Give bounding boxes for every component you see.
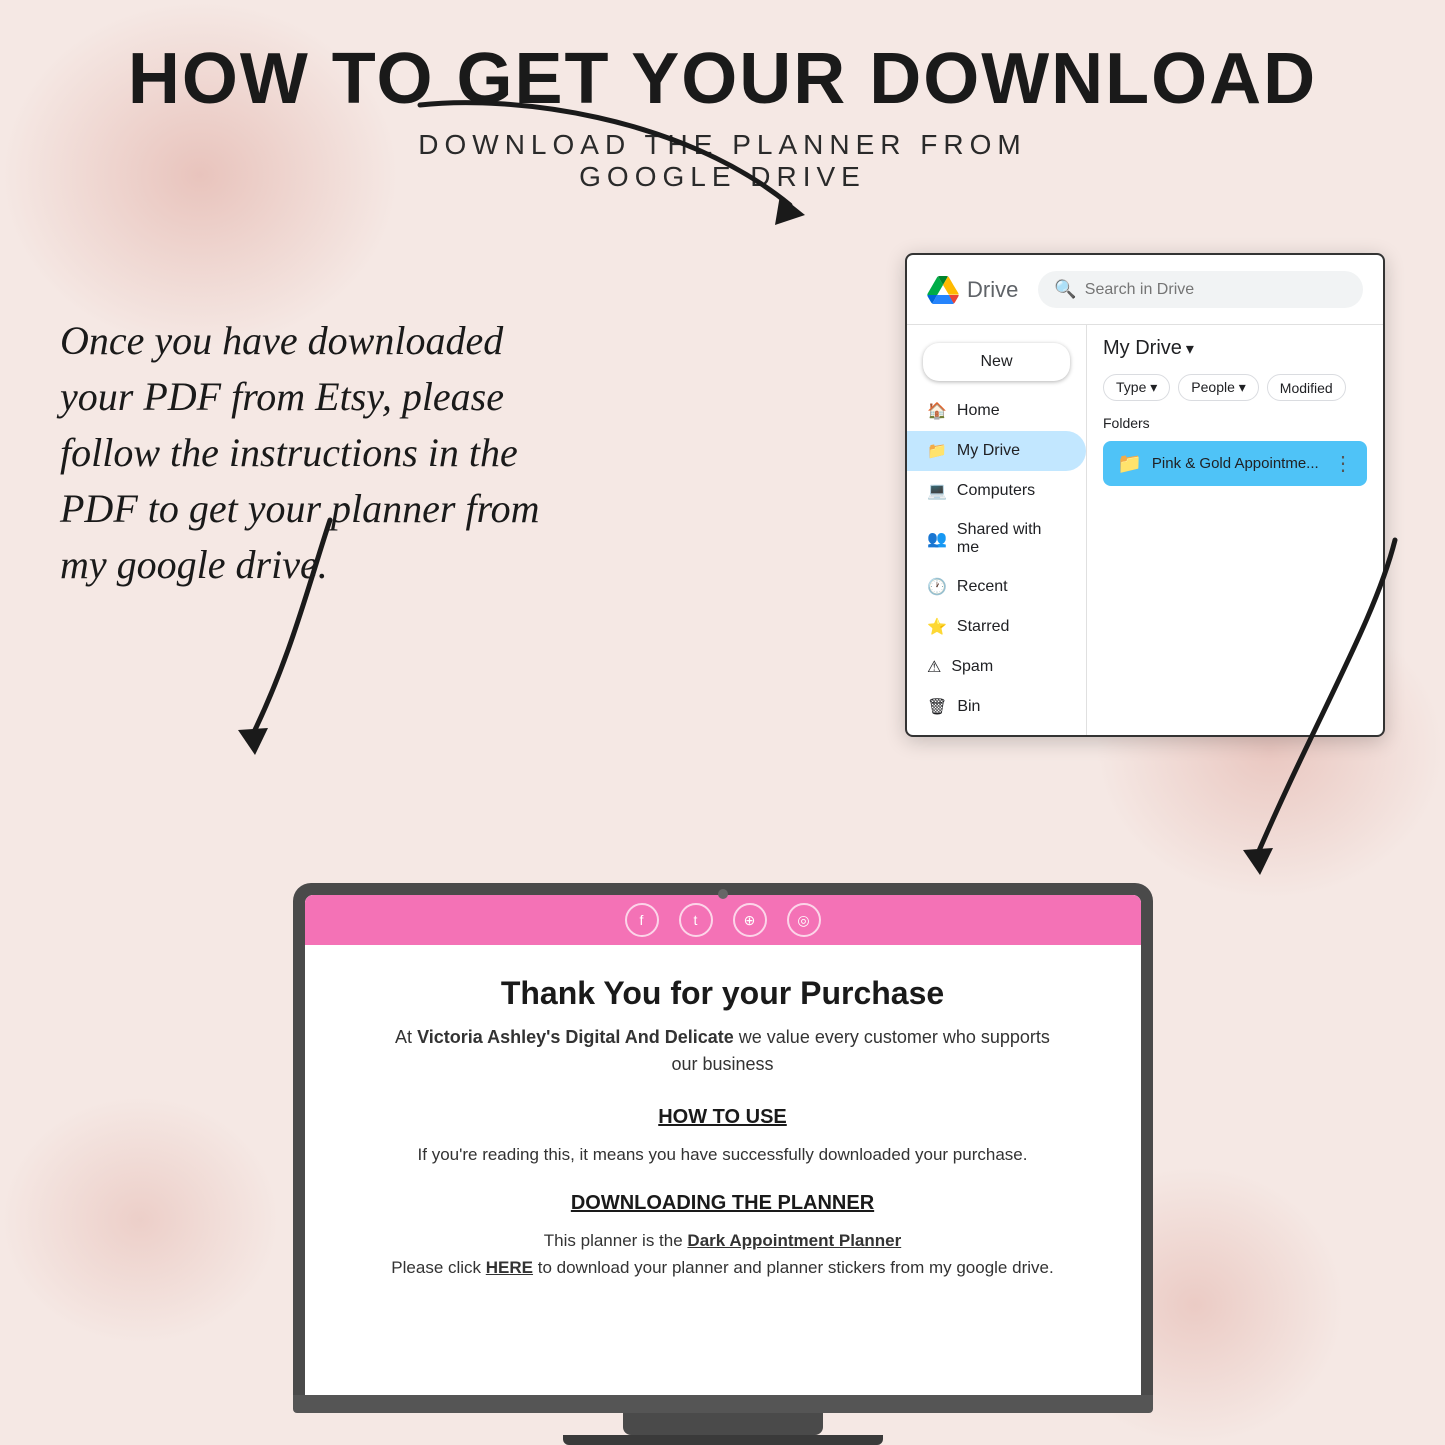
folder-item[interactable]: 📁 Pink & Gold Appointme... ⋮	[1103, 441, 1367, 486]
planner-link[interactable]: Dark Appointment Planner	[687, 1231, 901, 1250]
trash-icon: 🗑	[927, 697, 947, 717]
downloading-body: This planner is the Dark Appointment Pla…	[385, 1227, 1061, 1281]
laptop-screen-content: f t ⊕ ◎ Thank You for your Purchase At V…	[305, 895, 1141, 1395]
google-drive-icon	[927, 276, 959, 304]
sidebar-item-home[interactable]: 🏠 Home	[907, 391, 1086, 431]
body2-start: This planner is the	[544, 1231, 688, 1250]
twitter-icon: t	[679, 903, 713, 937]
globe-icon: ⊕	[733, 903, 767, 937]
more-options-icon[interactable]: ⋮	[1333, 451, 1353, 476]
here-link[interactable]: HERE	[486, 1258, 533, 1277]
clock-icon: 🕐	[927, 577, 947, 597]
sidebar-item-label: Recent	[957, 578, 1008, 596]
laptop-camera	[718, 889, 728, 899]
instagram-icon: ◎	[787, 903, 821, 937]
my-drive-header: My Drive ▾	[1103, 337, 1367, 360]
search-input[interactable]	[1085, 281, 1347, 299]
sidebar-item-computers[interactable]: 💻 Computers	[907, 471, 1086, 511]
subtitle: DOWNLOAD THE PLANNER FROM GOOGLE DRIVE	[60, 129, 1385, 193]
laptop-foot	[563, 1435, 883, 1445]
how-to-use-body: If you're reading this, it means you hav…	[385, 1141, 1061, 1168]
my-drive-label: My Drive	[1103, 337, 1182, 360]
laptop-screen: f t ⊕ ◎ Thank You for your Purchase At V…	[305, 895, 1141, 1395]
search-icon: 🔍	[1054, 279, 1076, 300]
sidebar-item-label: My Drive	[957, 442, 1020, 460]
drive-title: Drive	[967, 277, 1018, 303]
laptop-stand	[623, 1413, 823, 1435]
drive-search-bar[interactable]: 🔍	[1038, 271, 1363, 308]
how-to-use-heading: HOW TO USE	[385, 1106, 1061, 1129]
people-filter-button[interactable]: People ▾	[1178, 374, 1259, 401]
new-button[interactable]: New	[923, 343, 1070, 381]
body2-mid: Please click	[391, 1258, 485, 1277]
screen-content: Thank You for your Purchase At Victoria …	[305, 945, 1141, 1312]
laptop-base	[293, 1395, 1153, 1413]
drive-body: New 🏠 Home 📁 My Drive 💻 Computers �	[907, 325, 1383, 735]
folder-item-name: Pink & Gold Appointme...	[1152, 455, 1323, 472]
sidebar-item-shared[interactable]: 👥 Shared with me	[907, 511, 1086, 567]
drive-sidebar: New 🏠 Home 📁 My Drive 💻 Computers �	[907, 325, 1087, 735]
laptop-body: f t ⊕ ◎ Thank You for your Purchase At V…	[293, 883, 1153, 1395]
thank-you-title: Thank You for your Purchase	[385, 975, 1061, 1012]
sidebar-item-starred[interactable]: ⭐ Starred	[907, 607, 1086, 647]
instruction-text-block: Once you have downloaded your PDF from E…	[60, 313, 540, 593]
drive-header: Drive 🔍	[907, 255, 1383, 325]
warning-icon: ⚠	[927, 657, 941, 677]
folder-icon: 📁	[927, 441, 947, 461]
computer-icon: 💻	[927, 481, 947, 501]
sidebar-item-spam[interactable]: ⚠ Spam	[907, 647, 1086, 687]
laptop: f t ⊕ ◎ Thank You for your Purchase At V…	[293, 883, 1153, 1445]
social-icons-bar: f t ⊕ ◎	[305, 895, 1141, 945]
facebook-icon: f	[625, 903, 659, 937]
sidebar-item-label: Starred	[957, 618, 1009, 636]
sidebar-item-label: Home	[957, 402, 1000, 420]
filter-bar: Type ▾ People ▾ Modified	[1103, 374, 1367, 401]
sidebar-item-bin[interactable]: 🗑 Bin	[907, 687, 1086, 727]
sidebar-item-label: Spam	[951, 658, 993, 676]
brand-name: Victoria Ashley's Digital And Delicate	[417, 1027, 734, 1047]
drive-main-area: My Drive ▾ Type ▾ People ▾ Modified Fold…	[1087, 325, 1383, 735]
type-filter-button[interactable]: Type ▾	[1103, 374, 1170, 401]
sidebar-item-label: Bin	[957, 698, 980, 716]
google-drive-popup: Drive 🔍 New 🏠 Home 📁	[905, 253, 1385, 737]
home-icon: 🏠	[927, 401, 947, 421]
main-title: HOW TO GET YOUR DOWNLOAD	[60, 40, 1385, 119]
subtitle-start: At	[395, 1027, 417, 1047]
star-icon: ⭐	[927, 617, 947, 637]
sidebar-item-label: Computers	[957, 482, 1035, 500]
drive-logo: Drive	[927, 276, 1018, 304]
downloading-heading: DOWNLOADING THE PLANNER	[385, 1192, 1061, 1215]
instruction-text: Once you have downloaded your PDF from E…	[60, 313, 540, 593]
folder-item-icon: 📁	[1117, 451, 1142, 476]
body2-end: to download your planner and planner sti…	[533, 1258, 1054, 1277]
brand-subtitle: At Victoria Ashley's Digital And Delicat…	[385, 1024, 1061, 1078]
sidebar-item-label: Shared with me	[957, 521, 1066, 557]
folders-label: Folders	[1103, 415, 1367, 431]
modified-filter-button[interactable]: Modified	[1267, 374, 1346, 401]
sidebar-item-recent[interactable]: 🕐 Recent	[907, 567, 1086, 607]
sidebar-item-mydrive[interactable]: 📁 My Drive	[907, 431, 1086, 471]
chevron-down-icon[interactable]: ▾	[1186, 339, 1194, 359]
people-icon: 👥	[927, 529, 947, 549]
